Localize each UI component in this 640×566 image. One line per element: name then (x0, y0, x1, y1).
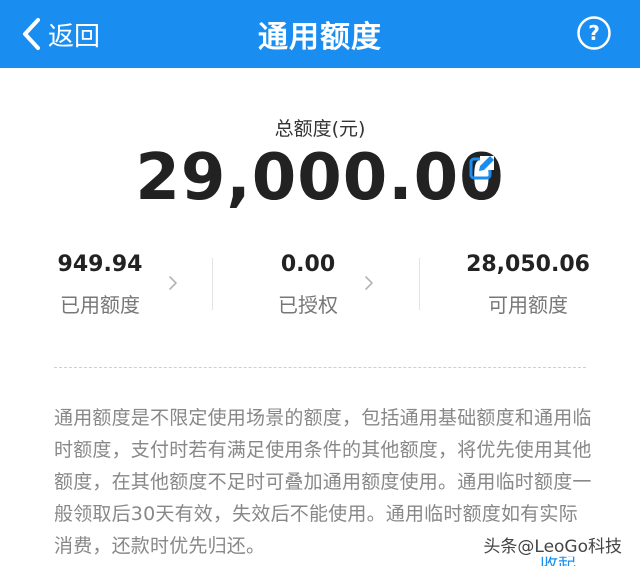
chevron-right-icon (169, 276, 177, 290)
total-quota: 29,000.00 (0, 140, 640, 216)
page-title: 通用额度 (258, 20, 382, 55)
total-quota-label: 总额度(元) (274, 118, 366, 140)
available-quota-item: 28,050.06 可用额度 (458, 250, 598, 324)
chevron-left-icon (23, 18, 40, 50)
stats-divider (212, 258, 213, 310)
authorized-value: 0.00 (280, 252, 336, 277)
used-quota-label: 已用额度 (60, 293, 140, 317)
available-quota-label: 可用额度 (488, 293, 568, 317)
collapse-link[interactable]: 收起 (540, 556, 576, 566)
top-bar: 返回 通用额度 ? (0, 0, 640, 68)
authorized-label: 已授权 (278, 293, 338, 317)
back-label: 返回 (48, 21, 101, 52)
back-button[interactable]: 返回 (20, 0, 100, 68)
total-quota-amount: 29,000.00 (135, 141, 505, 215)
watermark: 头条@LeoGo科技 (479, 532, 626, 557)
question-circle-icon: ? (577, 16, 611, 50)
used-quota-item[interactable]: 949.94 已用额度 (40, 250, 160, 324)
edit-icon[interactable] (468, 154, 496, 182)
available-quota-value: 28,050.06 (466, 252, 590, 277)
svg-text:?: ? (588, 21, 600, 45)
used-quota-value: 949.94 (57, 252, 143, 277)
quota-stats: 949.94 已用额度 0.00 已授权 28,050.06 可用额度 (0, 250, 640, 324)
dashed-divider (54, 367, 586, 368)
chevron-right-icon (365, 276, 373, 290)
help-button[interactable]: ? (576, 15, 612, 51)
stats-divider (419, 258, 420, 310)
authorized-item[interactable]: 0.00 已授权 (248, 250, 368, 324)
